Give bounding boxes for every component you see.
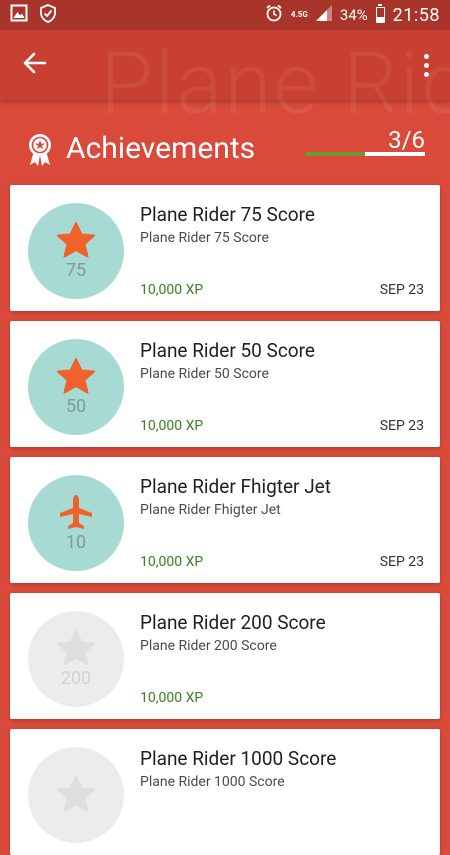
achievement-title: Plane Rider 75 Score [140, 203, 315, 226]
achievements-title: Achievements [66, 131, 256, 166]
achievement-date: SEP 23 [379, 418, 424, 434]
achievement-card[interactable]: Plane Rider 1000 Score Plane Rider 1000 … [10, 729, 440, 855]
signal-strength-icon [315, 5, 332, 25]
achievement-title: Plane Rider 50 Score [140, 339, 315, 362]
app-bar [0, 30, 450, 100]
status-bar: 4.5G 34% 21:58 [0, 0, 450, 30]
badge-number: 75 [65, 259, 87, 281]
shield-check-icon [40, 3, 56, 27]
achievement-description: Plane Rider 75 Score [140, 230, 269, 246]
achievement-description: Plane Rider 50 Score [140, 366, 269, 382]
star-icon [57, 776, 95, 812]
star-icon [57, 357, 95, 394]
arrow-back-icon [23, 52, 47, 78]
achievement-badge: 200 [28, 611, 124, 707]
achievement-title: Plane Rider 1000 Score [140, 747, 337, 770]
battery-percentage: 34% [339, 6, 368, 24]
achievements-header: Achievements 3/6 [0, 100, 450, 182]
achievement-title: Plane Rider Fhigter Jet [140, 475, 331, 498]
achievement-description: Plane Rider 1000 Score [140, 774, 285, 790]
battery-icon [375, 4, 385, 23]
overflow-menu-button[interactable] [416, 50, 436, 80]
gallery-icon [10, 4, 28, 26]
badge-number: 200 [60, 667, 92, 689]
achievement-card[interactable]: 75 Plane Rider 75 Score Plane Rider 75 S… [10, 185, 440, 311]
achievement-title: Plane Rider 200 Score [140, 611, 326, 634]
achievement-card[interactable]: 50 Plane Rider 50 Score Plane Rider 50 S… [10, 321, 440, 447]
achievements-progress-fill [305, 152, 365, 156]
more-vert-icon [423, 53, 429, 59]
network-type-indicator: 4.5G [290, 10, 308, 19]
achievement-card[interactable]: 200 Plane Rider 200 Score Plane Rider 20… [10, 593, 440, 719]
achievement-description: Plane Rider Fhigter Jet [140, 502, 281, 518]
achievement-xp: 10,000 XP [140, 690, 204, 706]
airplane-icon [59, 494, 93, 530]
achievement-xp: 10,000 XP [140, 282, 204, 298]
star-icon [57, 221, 95, 258]
achievement-badge: 10 [28, 475, 124, 571]
badge-number: 10 [65, 531, 87, 553]
alarm-clock-icon [265, 4, 283, 26]
achievements-progress-bar [305, 152, 425, 156]
achievements-progress-count: 3/6 [388, 126, 425, 154]
award-ribbon-icon [26, 133, 54, 167]
achievement-card[interactable]: 10 Plane Rider Fhigter Jet Plane Rider F… [10, 457, 440, 583]
clock-time: 21:58 [392, 4, 440, 26]
achievement-date: SEP 23 [379, 282, 424, 298]
achievement-description: Plane Rider 200 Score [140, 638, 277, 654]
achievement-badge [28, 747, 124, 843]
back-button[interactable] [18, 50, 52, 80]
achievement-date: SEP 23 [379, 554, 424, 570]
badge-number: 50 [65, 395, 87, 417]
achievement-xp: 10,000 XP [140, 418, 204, 434]
achievement-badge: 75 [28, 203, 124, 299]
achievement-badge: 50 [28, 339, 124, 435]
achievement-xp: 10,000 XP [140, 554, 204, 570]
star-icon [57, 629, 95, 666]
